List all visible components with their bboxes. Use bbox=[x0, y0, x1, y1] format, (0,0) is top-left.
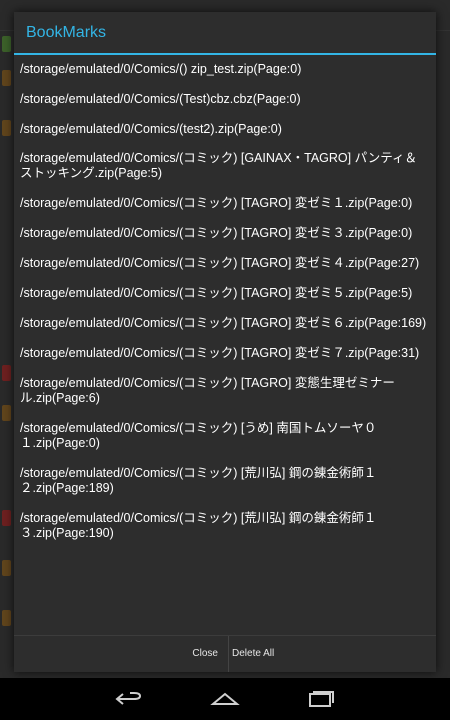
file-icon bbox=[2, 560, 11, 576]
bookmark-item[interactable]: /storage/emulated/0/Comics/(コミック) [TAGRO… bbox=[14, 280, 436, 310]
bookmark-list[interactable]: /storage/emulated/0/Comics/() zip_test.z… bbox=[14, 55, 436, 634]
dialog-button-bar: Close Delete All bbox=[14, 635, 436, 672]
file-icon bbox=[2, 405, 11, 421]
bookmark-item[interactable]: /storage/emulated/0/Comics/(test2).zip(P… bbox=[14, 115, 436, 145]
bookmark-item[interactable]: /storage/emulated/0/Comics/(コミック) [うめ] 南… bbox=[14, 415, 436, 460]
navigation-bar bbox=[0, 678, 450, 720]
bookmark-item[interactable]: /storage/emulated/0/Comics/(コミック) [TAGRO… bbox=[14, 250, 436, 280]
file-icon bbox=[2, 36, 11, 52]
home-icon[interactable] bbox=[208, 685, 242, 713]
bookmarks-dialog: BookMarks /storage/emulated/0/Comics/() … bbox=[14, 12, 436, 672]
bookmark-item[interactable]: /storage/emulated/0/Comics/(コミック) [TAGRO… bbox=[14, 340, 436, 370]
recents-icon[interactable] bbox=[304, 685, 338, 713]
bookmark-item[interactable]: /storage/emulated/0/Comics/(コミック) [TAGRO… bbox=[14, 220, 436, 250]
bookmark-item[interactable]: /storage/emulated/0/Comics/() zip_test.z… bbox=[14, 55, 436, 85]
bookmark-item[interactable]: /storage/emulated/0/Comics/(コミック) [TAGRO… bbox=[14, 190, 436, 220]
bookmark-item[interactable]: /storage/emulated/0/Comics/(コミック) [荒川弘] … bbox=[14, 460, 436, 505]
file-icon bbox=[2, 610, 11, 626]
delete-all-button[interactable]: Delete All bbox=[229, 636, 436, 672]
bookmark-item[interactable]: /storage/emulated/0/Comics/(コミック) [TAGRO… bbox=[14, 370, 436, 415]
bookmark-item[interactable]: /storage/emulated/0/Comics/(Test)cbz.cbz… bbox=[14, 85, 436, 115]
file-icon bbox=[2, 365, 11, 381]
bookmark-item[interactable]: /storage/emulated/0/Comics/(コミック) [荒川弘] … bbox=[14, 505, 436, 550]
bookmark-item[interactable]: /storage/emulated/0/Comics/(コミック) [GAINA… bbox=[14, 145, 436, 190]
dialog-title: BookMarks bbox=[26, 24, 107, 41]
bookmark-item[interactable]: /storage/emulated/0/Comics/(コミック) [TAGRO… bbox=[14, 310, 436, 340]
close-button[interactable]: Close bbox=[14, 636, 229, 672]
file-icon bbox=[2, 70, 11, 86]
back-icon[interactable] bbox=[112, 685, 146, 713]
file-icon bbox=[2, 510, 11, 526]
file-icon bbox=[2, 120, 11, 136]
